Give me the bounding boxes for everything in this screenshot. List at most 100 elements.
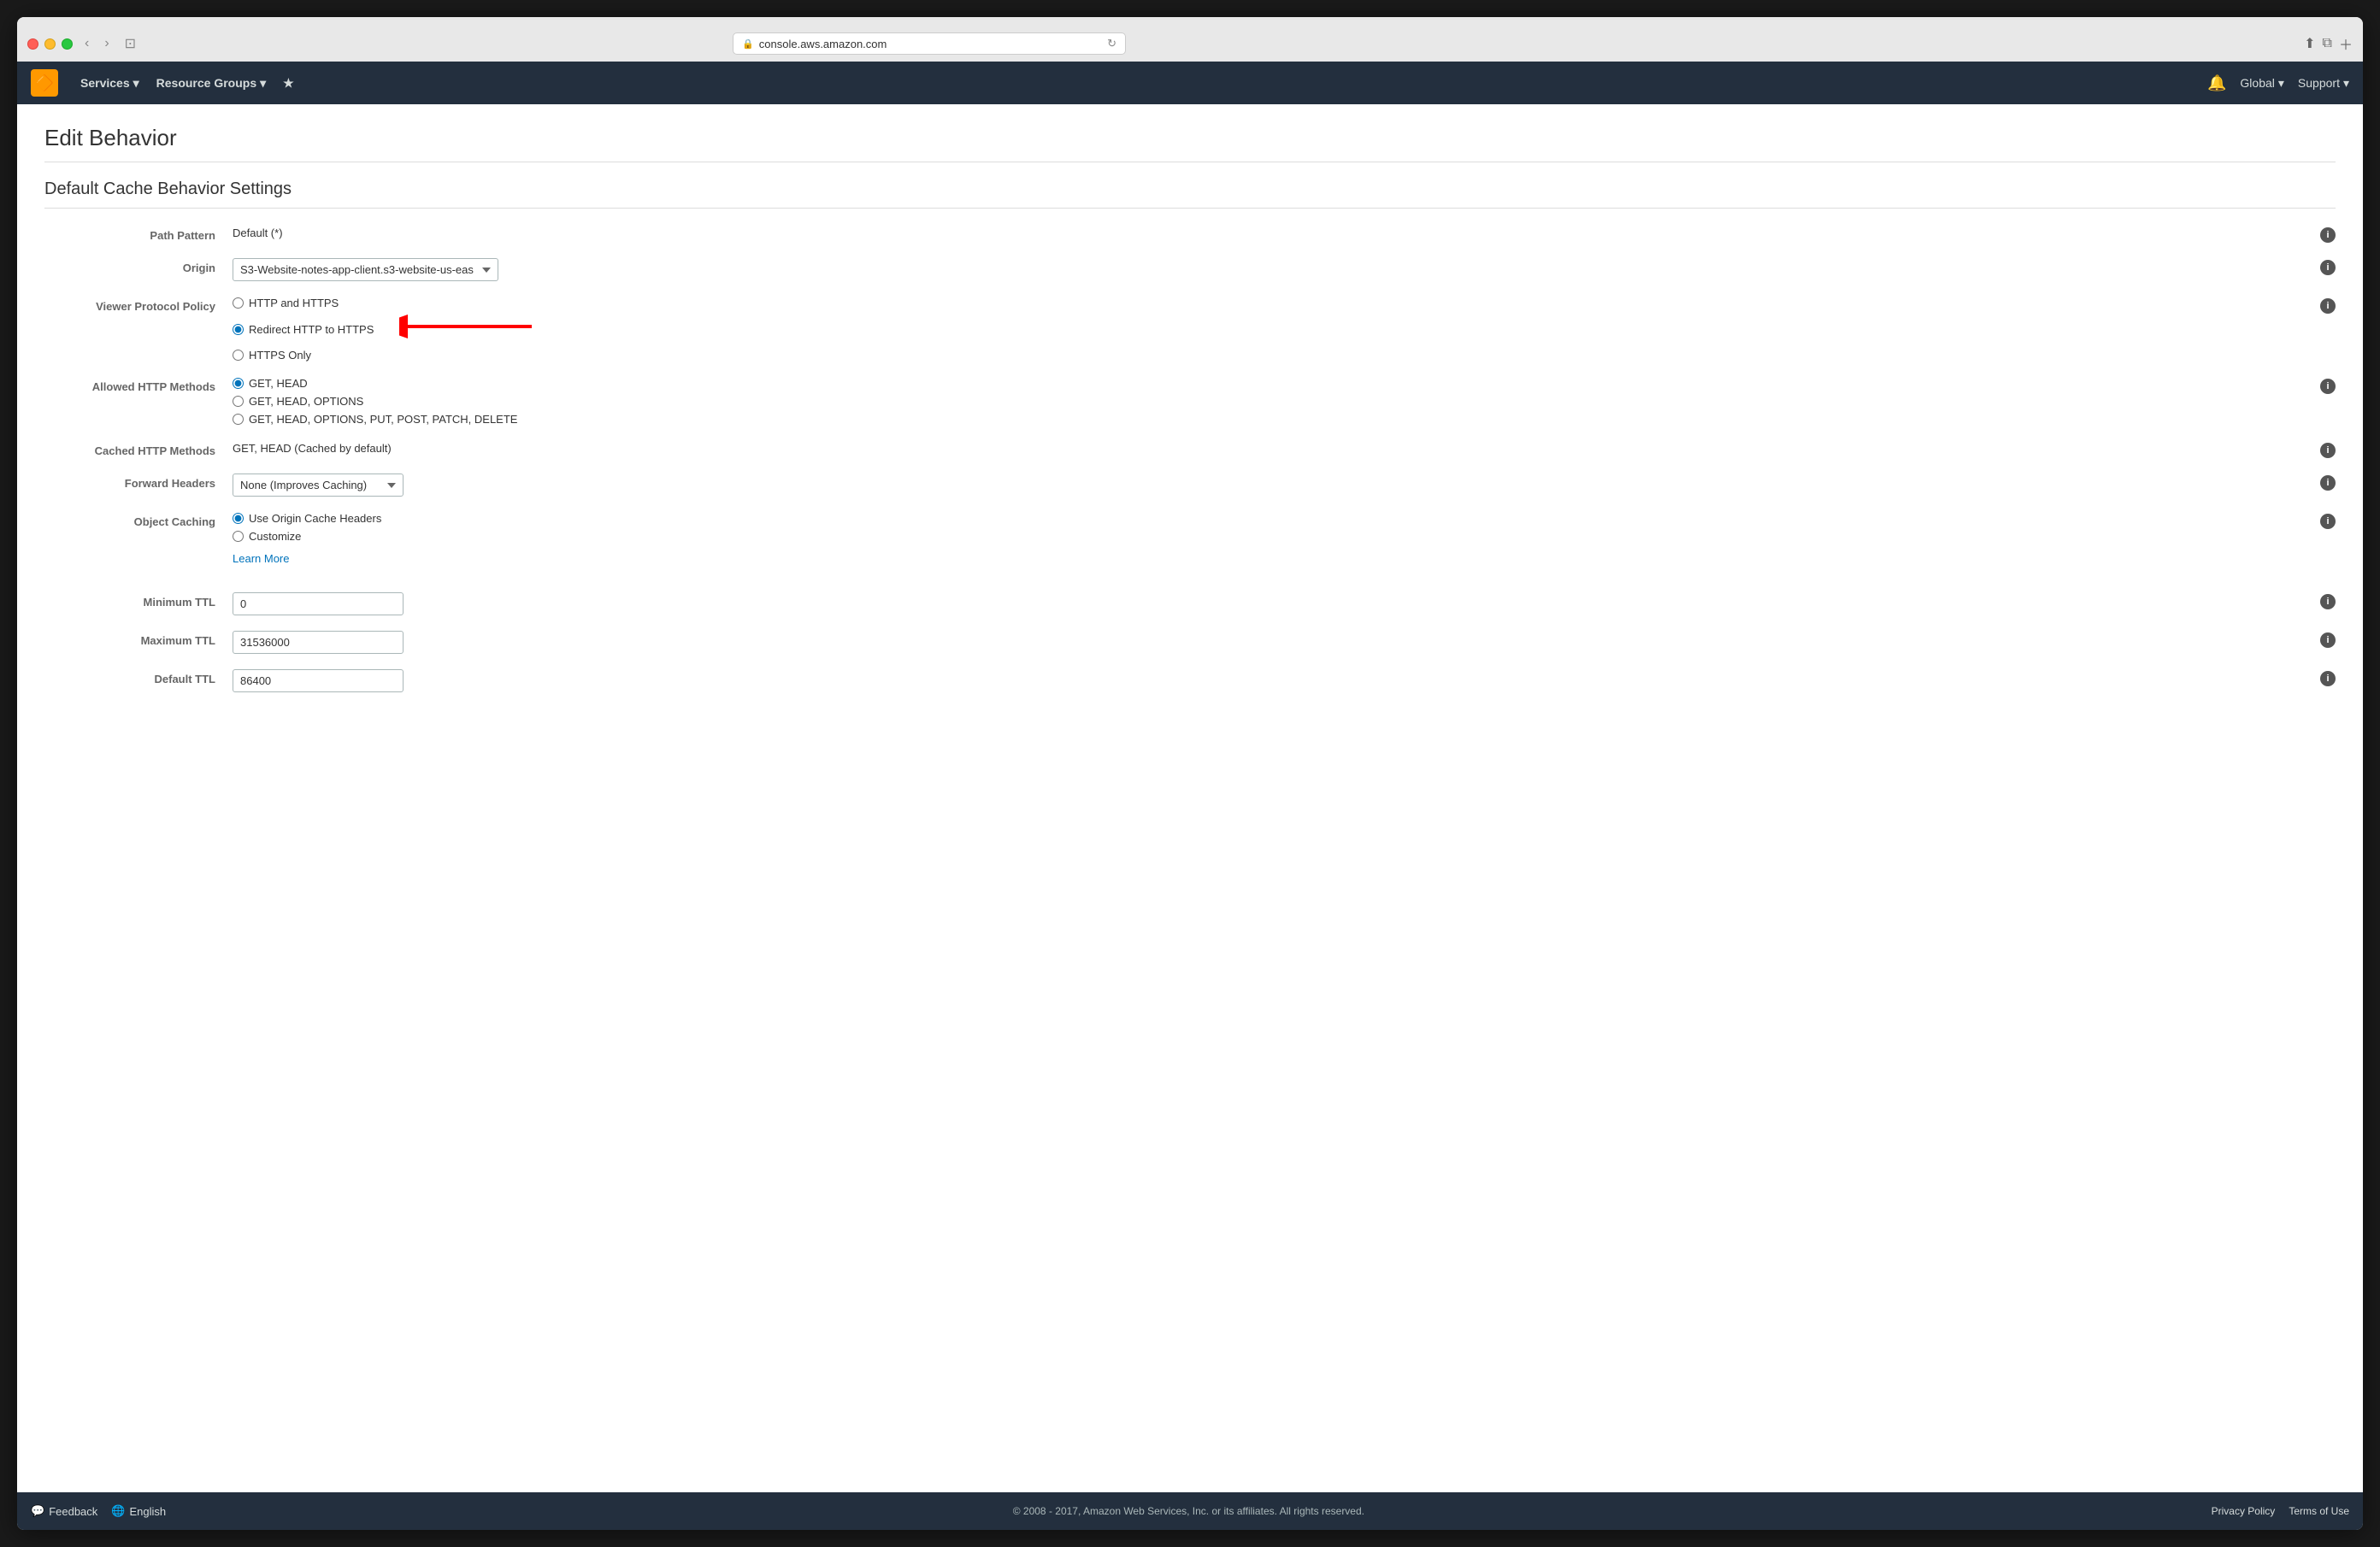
viewer-protocol-radio-2[interactable] — [233, 350, 244, 361]
aws-footer: 💬 Feedback 🌐 English © 2008 - 2017, Amaz… — [17, 1492, 2363, 1530]
object-caching-info-icon[interactable]: i — [2320, 514, 2336, 529]
forward-button[interactable]: › — [101, 34, 112, 53]
services-nav-item[interactable]: Services ▾ — [72, 62, 148, 104]
object-caching-option-1-label: Customize — [249, 530, 301, 543]
viewer-protocol-option-0-label: HTTP and HTTPS — [249, 297, 339, 309]
object-caching-radio-group: Use Origin Cache Headers Customize Learn… — [233, 512, 2312, 565]
origin-select[interactable]: S3-Website-notes-app-client.s3-website-u… — [233, 258, 498, 281]
url-text: console.aws.amazon.com — [759, 38, 887, 50]
language-button[interactable]: 🌐 English — [111, 1504, 166, 1518]
aws-logo[interactable]: 🔶 — [31, 69, 58, 97]
cached-http-value-container: GET, HEAD (Cached by default) i — [233, 441, 2336, 458]
forward-headers-select[interactable]: None (Improves Caching) — [233, 474, 404, 497]
maximum-ttl-input[interactable] — [233, 631, 404, 654]
cached-http-info-icon[interactable]: i — [2320, 443, 2336, 458]
share-action-button[interactable]: ⬆ — [2304, 35, 2315, 52]
browser-chrome: ‹ › ⊡ 🔒 console.aws.amazon.com ↻ ⬆ ⧉ ＋ — [17, 17, 2363, 62]
global-menu[interactable]: Global ▾ — [2240, 76, 2284, 91]
object-caching-radio-1[interactable] — [233, 531, 244, 542]
bookmark-nav-item[interactable]: ★ — [274, 62, 303, 104]
path-pattern-info-icon[interactable]: i — [2320, 227, 2336, 243]
viewer-protocol-option-2-label: HTTPS Only — [249, 349, 311, 362]
learn-more-link[interactable]: Learn More — [233, 552, 289, 565]
allowed-http-radio-group: GET, HEAD GET, HEAD, OPTIONS GET, HEAD, … — [233, 377, 2312, 426]
allowed-http-radio-2[interactable] — [233, 414, 244, 425]
allowed-http-option-2[interactable]: GET, HEAD, OPTIONS, PUT, POST, PATCH, DE… — [233, 413, 2312, 426]
maximum-ttl-value-container: i — [233, 631, 2336, 654]
redirect-arrow-annotation — [399, 315, 536, 344]
minimum-ttl-row: Minimum TTL i — [44, 592, 2336, 615]
object-caching-radio-0[interactable] — [233, 513, 244, 524]
footer-left: 💬 Feedback 🌐 English — [31, 1504, 166, 1518]
viewer-protocol-info-icon[interactable]: i — [2320, 298, 2336, 314]
allowed-http-option-0-label: GET, HEAD — [249, 377, 308, 390]
viewer-protocol-option-2[interactable]: HTTPS Only — [233, 349, 2312, 362]
page-title: Edit Behavior — [44, 125, 2336, 151]
feedback-button[interactable]: 💬 Feedback — [31, 1504, 97, 1518]
default-ttl-info-icon[interactable]: i — [2320, 671, 2336, 686]
maximum-ttl-row: Maximum TTL i — [44, 631, 2336, 654]
resource-groups-label: Resource Groups — [156, 76, 256, 90]
allowed-http-option-1-label: GET, HEAD, OPTIONS — [249, 395, 363, 408]
object-caching-option-1[interactable]: Customize — [233, 530, 2312, 543]
allowed-http-radio-1[interactable] — [233, 396, 244, 407]
globe-icon: 🌐 — [111, 1504, 125, 1518]
minimum-ttl-info-icon[interactable]: i — [2320, 594, 2336, 609]
address-bar[interactable]: 🔒 console.aws.amazon.com ↻ — [733, 32, 1126, 55]
back-button[interactable]: ‹ — [81, 34, 92, 53]
main-content: Edit Behavior Default Cache Behavior Set… — [17, 104, 2363, 1492]
default-ttl-label: Default TTL — [44, 669, 233, 685]
viewer-protocol-option-1[interactable]: Redirect HTTP to HTTPS — [233, 315, 2312, 344]
footer-copyright: © 2008 - 2017, Amazon Web Services, Inc.… — [166, 1505, 2212, 1517]
forward-headers-info-icon[interactable]: i — [2320, 475, 2336, 491]
notifications-button[interactable]: 🔔 — [2207, 74, 2226, 92]
section-title: Default Cache Behavior Settings — [44, 179, 2336, 209]
allowed-http-label: Allowed HTTP Methods — [44, 377, 233, 393]
bell-icon: 🔔 — [2207, 74, 2226, 92]
resource-groups-nav-item[interactable]: Resource Groups ▾ — [148, 62, 275, 104]
allowed-http-option-0[interactable]: GET, HEAD — [233, 377, 2312, 390]
resource-groups-chevron-icon: ▾ — [260, 76, 266, 91]
global-chevron-icon: ▾ — [2278, 76, 2284, 91]
minimum-ttl-input[interactable] — [233, 592, 404, 615]
object-caching-row: Object Caching Use Origin Cache Headers — [44, 512, 2336, 565]
fullscreen-button[interactable] — [62, 38, 73, 50]
viewer-protocol-label: Viewer Protocol Policy — [44, 297, 233, 313]
maximum-ttl-info-icon[interactable]: i — [2320, 632, 2336, 648]
support-label: Support — [2298, 76, 2340, 90]
allowed-http-info-icon[interactable]: i — [2320, 379, 2336, 394]
terms-of-use-link[interactable]: Terms of Use — [2289, 1505, 2349, 1517]
allowed-http-radio-0[interactable] — [233, 378, 244, 389]
footer-right: Privacy Policy Terms of Use — [2212, 1505, 2349, 1517]
default-ttl-row: Default TTL i — [44, 669, 2336, 692]
support-menu[interactable]: Support ▾ — [2298, 76, 2349, 91]
object-caching-option-0[interactable]: Use Origin Cache Headers — [233, 512, 2312, 525]
viewer-protocol-radio-group: HTTP and HTTPS Redirect HTTP to HTTPS — [233, 297, 2312, 362]
viewer-protocol-row: Viewer Protocol Policy HTTP and HTTPS — [44, 297, 2336, 362]
allowed-http-option-1[interactable]: GET, HEAD, OPTIONS — [233, 395, 2312, 408]
origin-info-icon[interactable]: i — [2320, 260, 2336, 275]
close-button[interactable] — [27, 38, 38, 50]
path-pattern-value: Default (*) — [233, 223, 283, 239]
viewer-protocol-radio-1[interactable] — [233, 324, 244, 335]
minimize-button[interactable] — [44, 38, 56, 50]
feedback-label: Feedback — [49, 1505, 97, 1518]
privacy-policy-link[interactable]: Privacy Policy — [2212, 1505, 2276, 1517]
origin-row: Origin S3-Website-notes-app-client.s3-we… — [44, 258, 2336, 281]
share-button[interactable]: ⊡ — [121, 33, 139, 54]
new-tab-button[interactable]: ⧉ — [2323, 36, 2332, 51]
forward-headers-row: Forward Headers None (Improves Caching) … — [44, 474, 2336, 497]
path-pattern-value-container: Default (*) i — [233, 226, 2336, 243]
allowed-http-value-container: GET, HEAD GET, HEAD, OPTIONS GET, HEAD, … — [233, 377, 2336, 426]
default-ttl-input[interactable] — [233, 669, 404, 692]
refresh-icon[interactable]: ↻ — [1107, 37, 1116, 50]
path-pattern-label: Path Pattern — [44, 226, 233, 242]
bookmark-icon: ★ — [283, 76, 294, 91]
viewer-protocol-option-0[interactable]: HTTP and HTTPS — [233, 297, 2312, 309]
viewer-protocol-value-container: HTTP and HTTPS Redirect HTTP to HTTPS — [233, 297, 2336, 362]
lock-icon: 🔒 — [742, 38, 754, 50]
object-caching-option-0-label: Use Origin Cache Headers — [249, 512, 381, 525]
cached-http-label: Cached HTTP Methods — [44, 441, 233, 457]
add-tab-button[interactable]: ＋ — [2339, 33, 2353, 54]
viewer-protocol-radio-0[interactable] — [233, 297, 244, 309]
